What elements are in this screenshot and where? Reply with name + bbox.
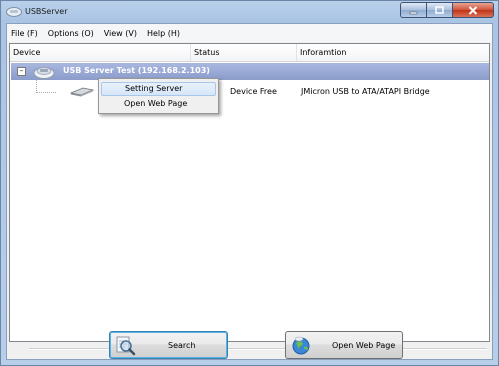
hard-disk-icon: [69, 87, 95, 97]
maximize-icon: [435, 5, 444, 14]
device-status: Device Free: [230, 87, 277, 96]
title-bar[interactable]: USBServer: [1, 1, 498, 23]
menu-bar: File (F) Options (O) View (V) Help (H): [7, 24, 492, 42]
menu-item-setting-server[interactable]: Setting Server: [101, 82, 216, 96]
button-separator: [29, 348, 487, 350]
open-web-page-button-label: Open Web Page: [332, 341, 396, 350]
context-menu: Setting Server Open Web Page: [98, 78, 219, 114]
minimize-button[interactable]: [400, 2, 426, 18]
client-area: File (F) Options (O) View (V) Help (H) D…: [6, 23, 493, 360]
server-label: USB Server Test (192.168.2.103): [63, 66, 210, 75]
window-title: USBServer: [25, 7, 68, 16]
close-button[interactable]: [452, 2, 494, 18]
search-magnifier-icon: [116, 336, 136, 356]
server-row[interactable]: – USB Server Test (192.168.2.103): [11, 63, 489, 80]
menu-options[interactable]: Options (O): [43, 29, 99, 38]
search-button[interactable]: Search: [109, 331, 228, 359]
column-header-status[interactable]: Status: [191, 44, 297, 61]
list-header: Device Status Inforamtion: [10, 44, 489, 62]
globe-icon: [292, 336, 310, 355]
maximize-button[interactable]: [426, 2, 452, 18]
search-button-label: Search: [168, 341, 196, 350]
usb-server-app-icon: [6, 7, 22, 17]
caption-buttons: [400, 2, 494, 18]
menu-view[interactable]: View (V): [99, 29, 142, 38]
menu-file[interactable]: File (F): [7, 29, 43, 38]
close-icon: [468, 5, 478, 15]
menu-item-open-web-page[interactable]: Open Web Page: [101, 97, 216, 111]
collapse-toggle[interactable]: –: [17, 67, 26, 76]
device-list[interactable]: Device Status Inforamtion – USB Server T…: [9, 43, 490, 342]
usb-server-icon: [33, 67, 55, 79]
open-web-page-button[interactable]: Open Web Page: [285, 331, 403, 359]
minimize-icon: [409, 11, 418, 14]
app-window: USBServer File (F) Options (O) View (V) …: [0, 0, 499, 366]
device-row[interactable]: St Device Free JMicron USB to ATA/ATAPI …: [11, 83, 489, 100]
menu-help[interactable]: Help (H): [142, 29, 185, 38]
column-header-information[interactable]: Inforamtion: [297, 44, 489, 61]
column-header-device[interactable]: Device: [10, 44, 191, 61]
device-information: JMicron USB to ATA/ATAPI Bridge: [301, 87, 430, 96]
